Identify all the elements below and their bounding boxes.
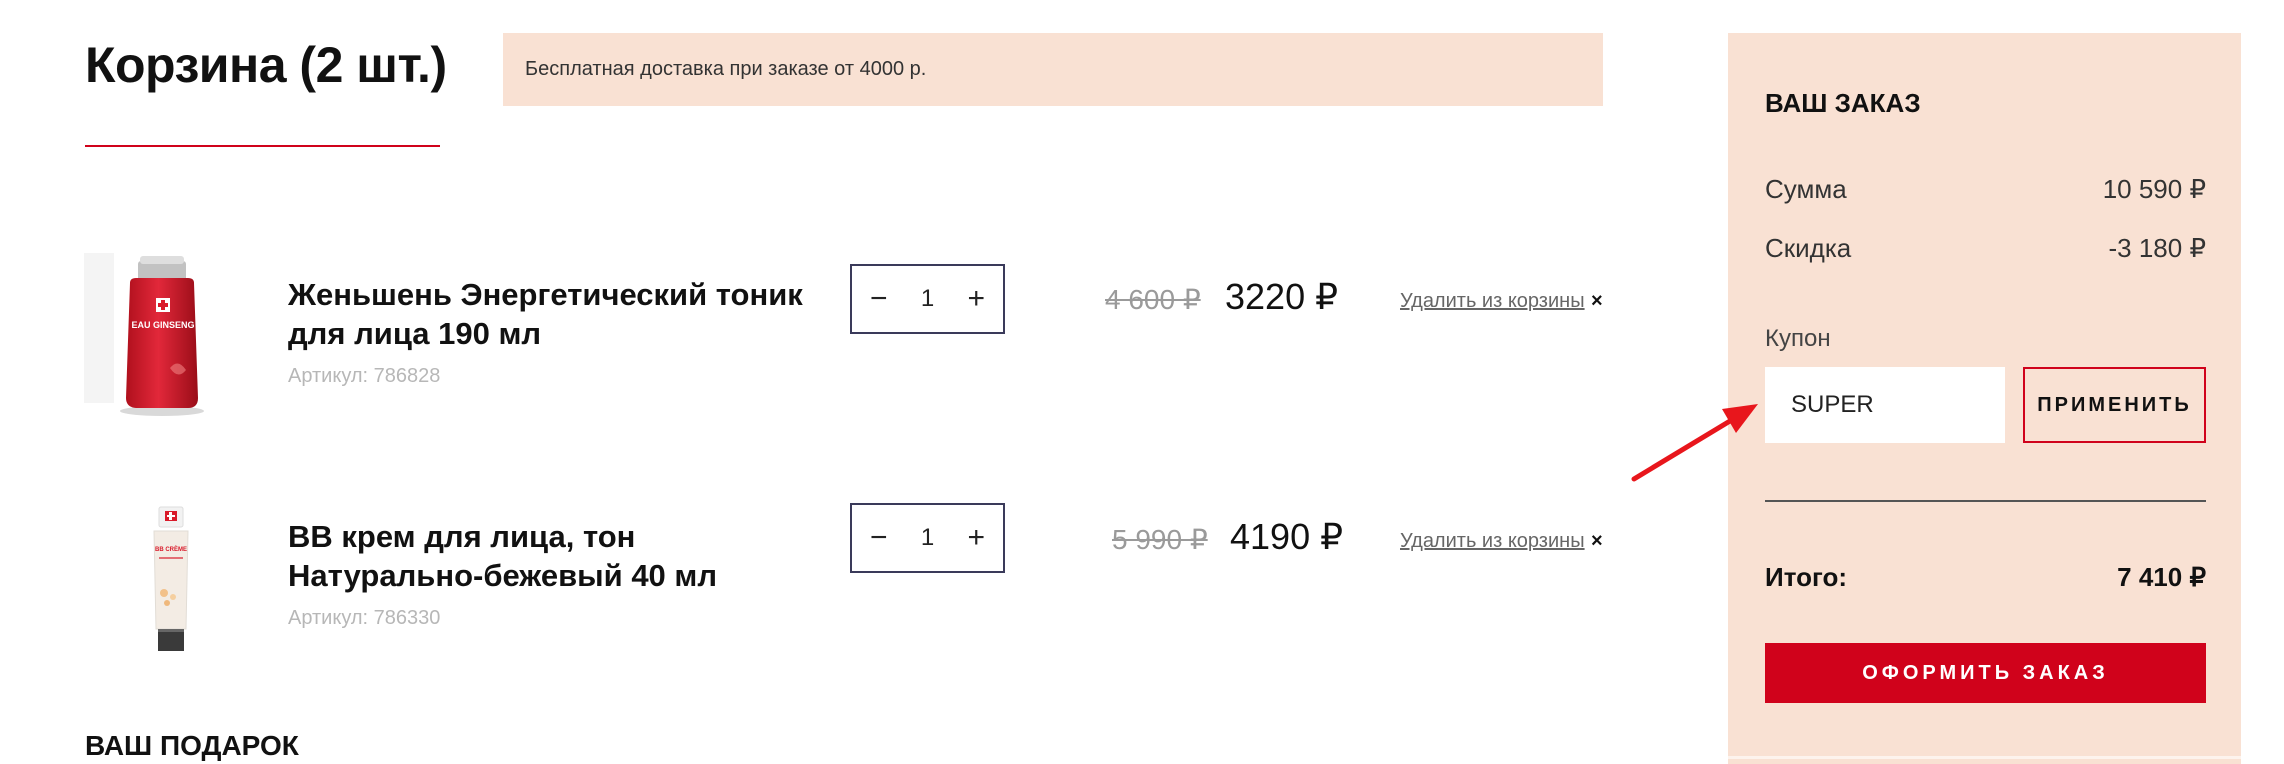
product-image-label: EAU GINSENG: [131, 320, 194, 330]
old-price: 5 990 ₽: [1112, 524, 1208, 555]
subtotal-value: 10 590 ₽: [2102, 174, 2206, 204]
qty-plus-button[interactable]: +: [967, 523, 985, 553]
current-price: 4190 ₽: [1230, 516, 1343, 557]
order-summary-title: ВАШ ЗАКАЗ: [1765, 88, 1921, 118]
total-label: Итого:: [1765, 562, 1847, 592]
product-image-bb-cream: BB CRÈME: [153, 506, 189, 651]
product-image-tonic: EAU GINSENG: [84, 253, 204, 416]
summary-divider-bottom: [1728, 756, 2241, 759]
product-name[interactable]: Женьшень Энергетический тоник для лица 1…: [288, 275, 818, 353]
free-delivery-text: Бесплатная доставка при заказе от 4000 р…: [525, 58, 927, 80]
remove-icon[interactable]: ×: [1591, 530, 1603, 553]
product-image-label: BB CRÈME: [155, 545, 187, 553]
coupon-input[interactable]: [1765, 367, 2005, 443]
current-price: 3220 ₽: [1225, 276, 1338, 317]
remove-from-cart-link[interactable]: Удалить из корзины: [1400, 530, 1585, 553]
product-sku: Артикул: 786828: [288, 365, 441, 387]
qty-plus-button[interactable]: +: [967, 284, 985, 314]
title-underline: [85, 145, 440, 147]
qty-minus-button[interactable]: −: [870, 523, 888, 553]
quantity-stepper: − 1 +: [850, 503, 1005, 573]
apply-coupon-button[interactable]: ПРИМЕНИТЬ: [2023, 367, 2206, 443]
free-delivery-notice: Бесплатная доставка при заказе от 4000 р…: [503, 33, 1603, 106]
remove-from-cart-link[interactable]: Удалить из корзины: [1400, 290, 1585, 313]
qty-value[interactable]: 1: [921, 285, 934, 313]
product-sku: Артикул: 786330: [288, 607, 441, 629]
old-price: 4 600 ₽: [1105, 284, 1201, 315]
page-title: Корзина (2 шт.): [85, 37, 447, 93]
qty-value[interactable]: 1: [921, 524, 934, 552]
subtotal-label: Сумма: [1765, 174, 1847, 204]
total-value: 7 410 ₽: [2117, 562, 2206, 592]
annotation-arrow-icon: [1631, 404, 1758, 482]
gift-heading: ВАШ ПОДАРОК: [85, 730, 299, 761]
coupon-label: Купон: [1765, 325, 1831, 352]
product-name[interactable]: BB крем для лица, тон Натурально-бежевый…: [288, 517, 818, 595]
summary-divider: [1765, 500, 2206, 502]
quantity-stepper: − 1 +: [850, 264, 1005, 334]
discount-label: Скидка: [1765, 233, 1852, 263]
qty-minus-button[interactable]: −: [870, 284, 888, 314]
discount-value: -3 180 ₽: [2108, 233, 2207, 263]
checkout-button[interactable]: ОФОРМИТЬ ЗАКАЗ: [1765, 643, 2206, 703]
remove-icon[interactable]: ×: [1591, 290, 1603, 313]
